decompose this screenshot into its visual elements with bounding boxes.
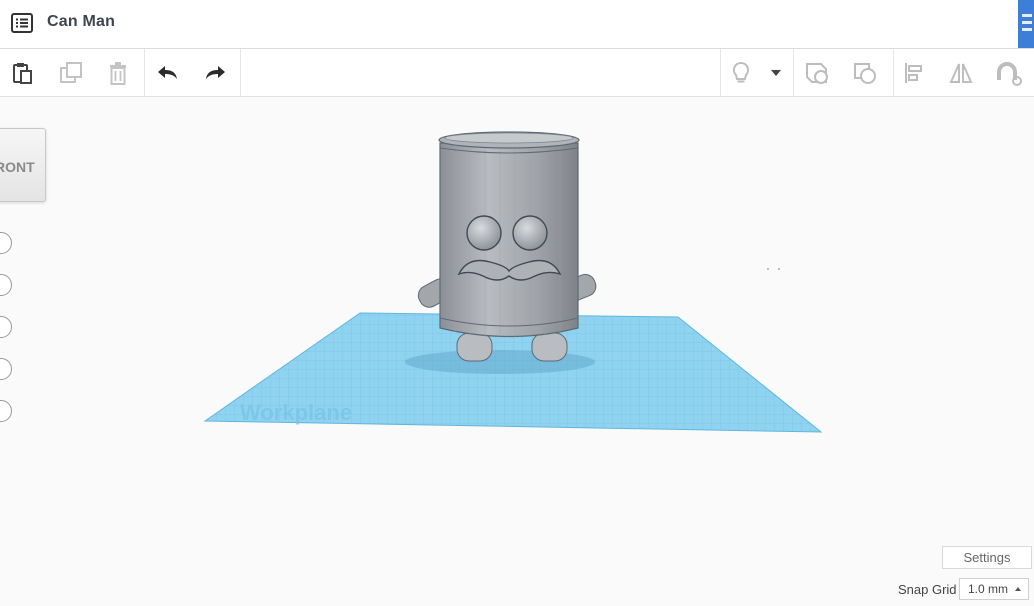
duplicate-icon[interactable]: [55, 57, 87, 89]
workplane-label: Workplane: [240, 400, 352, 425]
right-panel-tab[interactable]: [1018, 0, 1034, 48]
snap-grid-select[interactable]: 1.0 mm: [959, 578, 1029, 600]
align-icon[interactable]: [898, 57, 930, 89]
trash-icon[interactable]: [102, 57, 134, 89]
magnet-icon[interactable]: [992, 57, 1024, 89]
can-man-model[interactable]: [415, 131, 599, 362]
settings-button[interactable]: Settings: [942, 546, 1032, 569]
viewport-3d[interactable]: Workplane: [0, 97, 1034, 527]
design-title[interactable]: Can Man: [47, 13, 115, 31]
snap-grid-label: Snap Grid: [898, 582, 957, 597]
top-bar: Can Man: [0, 0, 1034, 49]
undo-icon[interactable]: [152, 57, 184, 89]
toolbar: [0, 49, 1034, 97]
chevron-down-icon[interactable]: [762, 57, 790, 89]
clipboard-icon[interactable]: [6, 57, 38, 89]
caret-up-icon: [1015, 587, 1021, 591]
snap-grid-value: 1.0 mm: [968, 582, 1009, 596]
list-icon[interactable]: [10, 11, 34, 35]
redo-icon[interactable]: [199, 57, 231, 89]
mirror-icon[interactable]: [945, 57, 977, 89]
group-icon[interactable]: [801, 57, 833, 89]
ungroup-icon[interactable]: [849, 57, 881, 89]
lightbulb-icon[interactable]: [725, 57, 757, 89]
